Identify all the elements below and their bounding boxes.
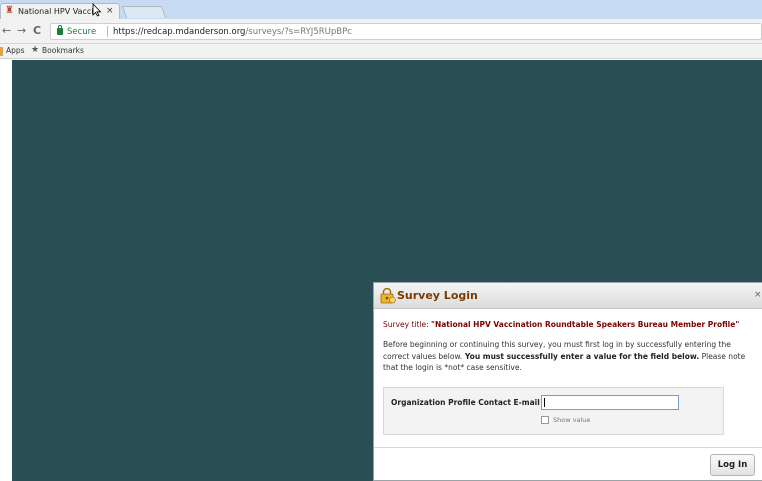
lock-login-icon: [380, 288, 396, 304]
dialog-footer: Log In: [374, 447, 762, 481]
reload-icon[interactable]: C: [33, 24, 41, 38]
bookmark-bookmarks[interactable]: Bookmarks: [42, 45, 84, 57]
tab-title: National HPV Vaccinati: [18, 7, 98, 16]
login-field-box: Organization Profile Contact E-mail Show…: [383, 387, 724, 435]
tab-close-icon[interactable]: ×: [106, 5, 114, 17]
email-field[interactable]: [541, 395, 679, 410]
address-bar[interactable]: Secure https://redcap.mdanderson.org/sur…: [50, 23, 762, 40]
browser-tab[interactable]: ♜ National HPV Vaccinati ×: [0, 3, 120, 19]
back-icon[interactable]: ←: [2, 24, 11, 38]
dialog-header: Survey Login ×: [374, 283, 762, 309]
mouse-cursor-icon: [92, 3, 102, 17]
bookmark-apps[interactable]: Apps: [6, 45, 25, 57]
star-icon: ★: [31, 45, 40, 55]
forward-icon[interactable]: →: [17, 24, 26, 38]
close-icon[interactable]: ×: [754, 289, 762, 301]
log-in-button[interactable]: Log In: [710, 454, 755, 476]
browser-toolbar: ← → C Secure https://redcap.mdanderson.o…: [0, 19, 762, 44]
email-field-label: Organization Profile Contact E-mail: [391, 398, 540, 407]
survey-login-dialog: Survey Login × Survey title: "National H…: [373, 282, 762, 481]
show-value-label[interactable]: Show value: [553, 415, 590, 425]
bookmarks-bar: Apps ★ Bookmarks: [0, 44, 762, 59]
redcap-favicon-icon: ♜: [5, 5, 14, 16]
instructions-bold: You must successfully enter a value for …: [462, 351, 700, 361]
survey-title-name: "National HPV Vaccination Roundtable Spe…: [431, 320, 740, 329]
login-instructions: Before beginning or continuing this surv…: [383, 339, 759, 374]
survey-title-prefix: Survey title:: [383, 320, 432, 329]
url-host: https://redcap.mdanderson.org: [113, 27, 246, 37]
show-value-checkbox[interactable]: [541, 416, 549, 424]
lock-icon: [57, 25, 63, 35]
omnibox-divider: [107, 26, 108, 37]
new-tab-button[interactable]: [121, 6, 167, 18]
text-caret: [544, 398, 545, 407]
url-path: /surveys/?s=RYJ5RUpBPc: [245, 27, 352, 37]
apps-icon: [0, 47, 3, 56]
dialog-title: Survey Login: [397, 289, 478, 302]
tab-strip: ♜ National HPV Vaccinati ×: [0, 0, 762, 19]
secure-label: Secure: [67, 27, 97, 37]
url-text: https://redcap.mdanderson.org/surveys/?s…: [113, 26, 352, 38]
survey-title: Survey title: "National HPV Vaccination …: [383, 319, 758, 330]
